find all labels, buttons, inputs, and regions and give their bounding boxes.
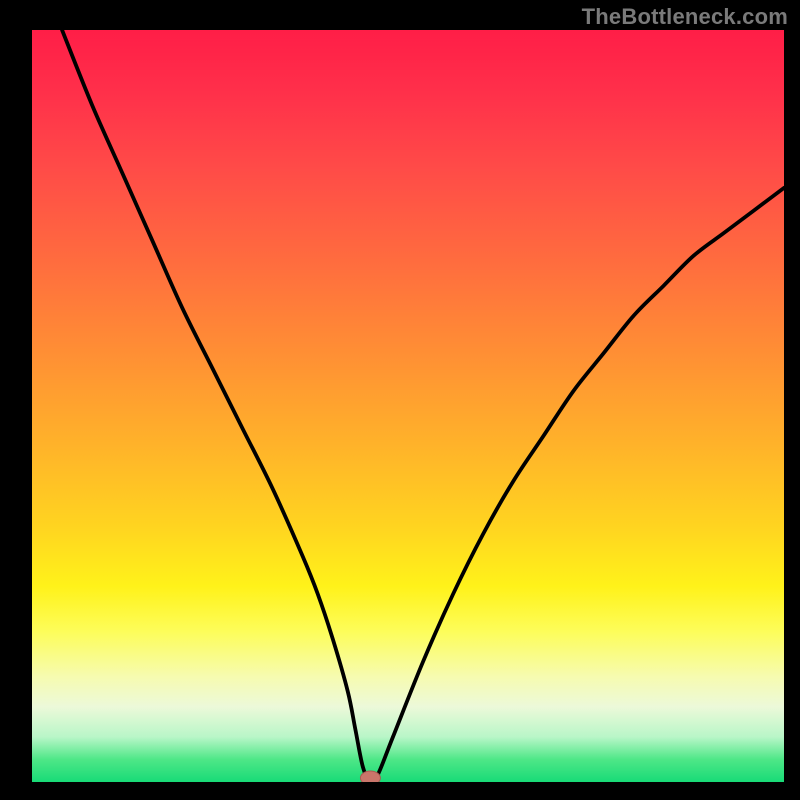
chart-frame: TheBottleneck.com [0,0,800,800]
curve-layer [32,30,784,782]
bottleneck-curve [62,30,784,782]
minimum-marker [360,771,380,782]
watermark-text: TheBottleneck.com [582,4,788,30]
plot-area [32,30,784,782]
